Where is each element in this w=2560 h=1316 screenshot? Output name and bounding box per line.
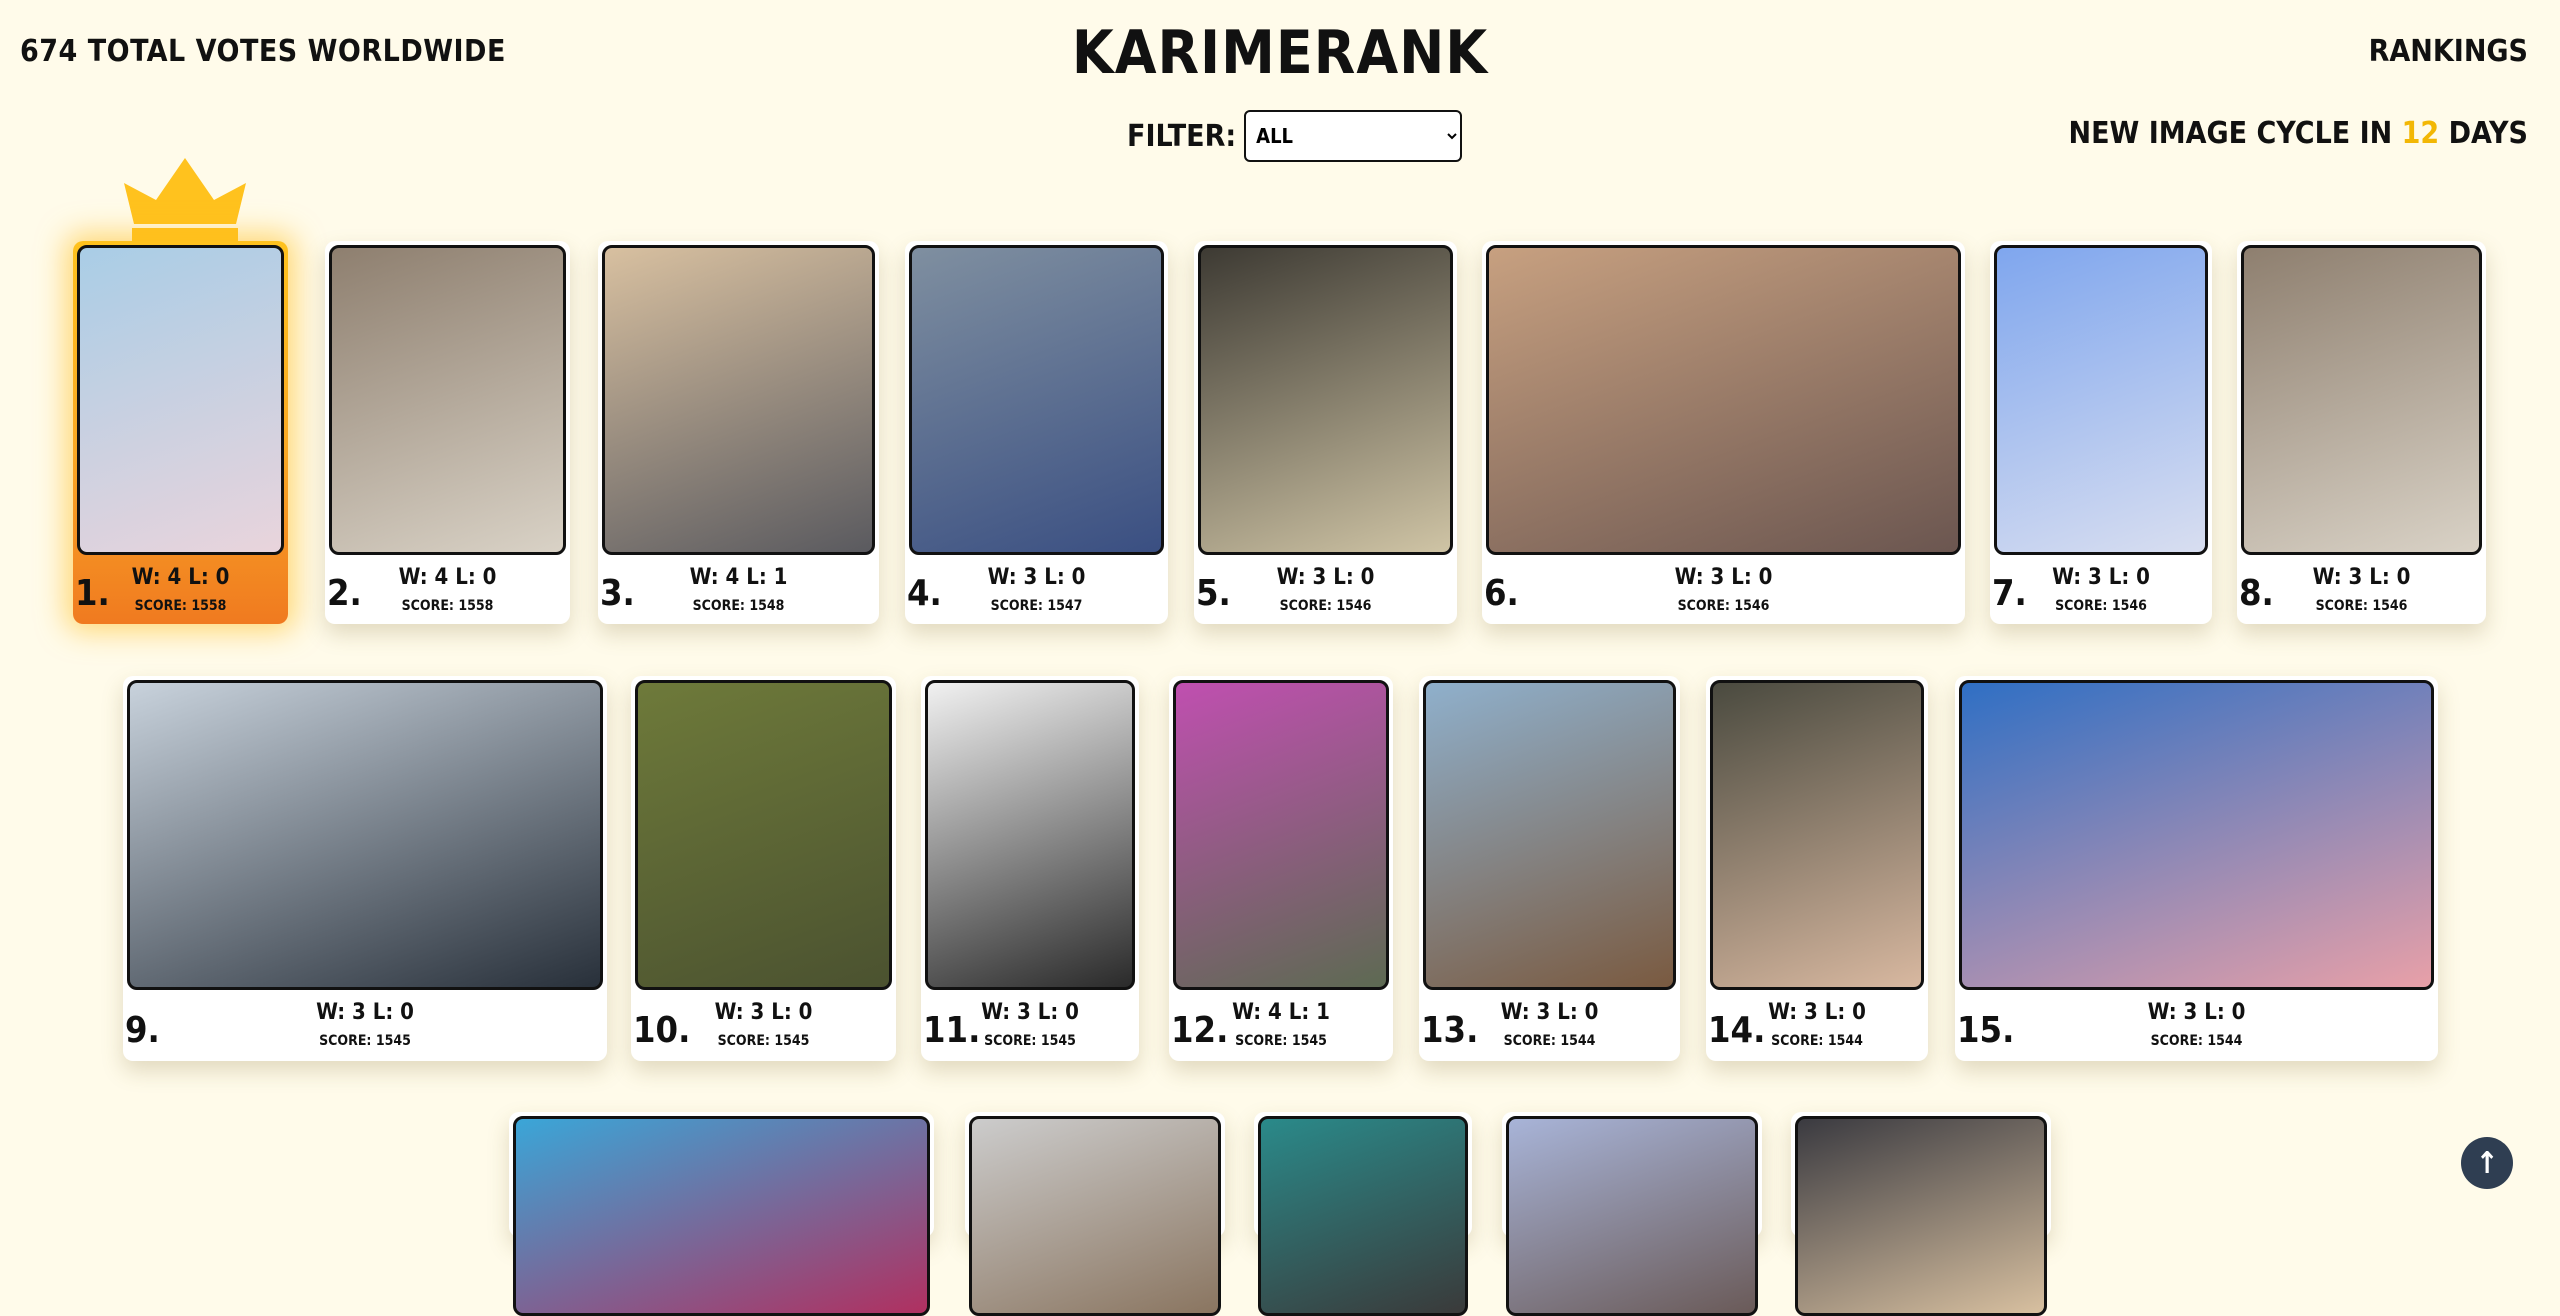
card-record: W: 3 L: 0 xyxy=(1768,1000,1866,1025)
card-photo[interactable] xyxy=(969,1116,1221,1316)
cycle-prefix: NEW IMAGE CYCLE IN xyxy=(2068,116,2402,151)
card-record: W: 3 L: 0 xyxy=(1674,565,1773,590)
card-photo[interactable] xyxy=(1795,1116,2047,1316)
card-photo[interactable] xyxy=(602,245,875,555)
arrow-up-icon: ↑ xyxy=(2475,1145,2499,1181)
rank-card[interactable]: 4. W: 3 L: 0 SCORE: 1547 xyxy=(905,241,1168,624)
rankings-link[interactable]: RANKINGS xyxy=(2369,34,2528,69)
card-record: W: 3 L: 0 xyxy=(2147,1000,2246,1025)
rank-card[interactable]: 15. W: 3 L: 0 SCORE: 1544 xyxy=(1955,676,2438,1061)
card-photo[interactable] xyxy=(1506,1116,1758,1316)
card-score: SCORE: 1546 xyxy=(1677,598,1770,614)
card-score: SCORE: 1558 xyxy=(401,598,494,614)
card-record: W: 3 L: 0 xyxy=(1276,565,1375,590)
rank-card[interactable]: 11. W: 3 L: 0 SCORE: 1545 xyxy=(921,676,1139,1061)
card-photo[interactable] xyxy=(925,680,1135,990)
rank-card-partial[interactable] xyxy=(965,1112,1225,1316)
card-photo[interactable] xyxy=(1198,245,1453,555)
rank-card[interactable]: 7. W: 3 L: 0 SCORE: 1546 xyxy=(1990,241,2212,624)
cycle-suffix: DAYS xyxy=(2439,116,2528,151)
card-photo[interactable] xyxy=(127,680,603,990)
card-record: W: 3 L: 0 xyxy=(2052,565,2150,590)
card-score: SCORE: 1545 xyxy=(984,1033,1076,1049)
filter-label: FILTER: xyxy=(1127,118,1237,154)
card-photo[interactable] xyxy=(1423,680,1676,990)
card-score: SCORE: 1544 xyxy=(2150,1033,2243,1049)
card-score: SCORE: 1547 xyxy=(990,598,1083,614)
rank-card[interactable]: 8. W: 3 L: 0 SCORE: 1546 xyxy=(2237,241,2486,624)
cycle-countdown: NEW IMAGE CYCLE IN 12 DAYS xyxy=(2069,116,2528,151)
card-photo[interactable] xyxy=(1173,680,1389,990)
card-photo[interactable] xyxy=(329,245,566,555)
crown-icon xyxy=(124,158,246,246)
card-photo[interactable] xyxy=(1710,680,1924,990)
card-score: SCORE: 1545 xyxy=(1235,1033,1327,1049)
rank-card[interactable]: 3. W: 4 L: 1 SCORE: 1548 xyxy=(598,241,879,624)
scroll-top-button[interactable]: ↑ xyxy=(2461,1137,2513,1189)
card-record: W: 3 L: 0 xyxy=(2312,565,2411,590)
card-record: W: 4 L: 0 xyxy=(131,565,230,590)
site-title[interactable]: KARIMERANK xyxy=(0,18,2560,88)
cycle-days: 12 xyxy=(2401,116,2440,151)
card-score: SCORE: 1545 xyxy=(319,1033,411,1049)
rank-card[interactable]: 10. W: 3 L: 0 SCORE: 1545 xyxy=(631,676,896,1061)
card-record: W: 3 L: 0 xyxy=(981,1000,1079,1025)
rank-card[interactable]: 12. W: 4 L: 1 SCORE: 1545 xyxy=(1169,676,1393,1061)
card-photo[interactable] xyxy=(1994,245,2208,555)
card-photo[interactable] xyxy=(1486,245,1961,555)
card-photo[interactable] xyxy=(1959,680,2434,990)
filter-group: FILTER: ALL xyxy=(1127,110,1463,162)
card-score: SCORE: 1546 xyxy=(1279,598,1372,614)
card-record: W: 4 L: 1 xyxy=(689,565,788,590)
card-score: SCORE: 1545 xyxy=(717,1033,810,1049)
card-record: W: 3 L: 0 xyxy=(987,565,1086,590)
filter-select[interactable]: ALL xyxy=(1244,110,1463,162)
card-score: SCORE: 1558 xyxy=(134,598,227,614)
card-score: SCORE: 1546 xyxy=(2055,598,2147,614)
card-photo[interactable] xyxy=(2241,245,2482,555)
card-photo[interactable] xyxy=(513,1116,930,1316)
rank-card[interactable]: 13. W: 3 L: 0 SCORE: 1544 xyxy=(1419,676,1680,1061)
card-photo[interactable] xyxy=(909,245,1164,555)
card-photo[interactable] xyxy=(635,680,892,990)
card-record: W: 3 L: 0 xyxy=(316,1000,414,1025)
card-score: SCORE: 1546 xyxy=(2315,598,2408,614)
card-photo[interactable] xyxy=(1258,1116,1468,1316)
card-record: W: 4 L: 1 xyxy=(1232,1000,1330,1025)
rank-card[interactable]: 6. W: 3 L: 0 SCORE: 1546 xyxy=(1482,241,1965,624)
card-score: SCORE: 1544 xyxy=(1771,1033,1863,1049)
card-record: W: 3 L: 0 xyxy=(1500,1000,1599,1025)
rank-card-partial[interactable] xyxy=(509,1112,934,1316)
rank-card[interactable]: 14. W: 3 L: 0 SCORE: 1544 xyxy=(1706,676,1928,1061)
rank-card-partial[interactable] xyxy=(1791,1112,2051,1316)
rank-card-partial[interactable] xyxy=(1254,1112,1472,1316)
card-score: SCORE: 1544 xyxy=(1503,1033,1596,1049)
card-record: W: 3 L: 0 xyxy=(714,1000,813,1025)
rank-card[interactable]: 1. W: 4 L: 0 SCORE: 1558 xyxy=(73,241,288,624)
card-score: SCORE: 1548 xyxy=(692,598,785,614)
rank-card-partial[interactable] xyxy=(1502,1112,1762,1316)
rank-card[interactable]: 5. W: 3 L: 0 SCORE: 1546 xyxy=(1194,241,1457,624)
card-record: W: 4 L: 0 xyxy=(398,565,497,590)
card-photo[interactable] xyxy=(77,245,284,555)
rank-card[interactable]: 9. W: 3 L: 0 SCORE: 1545 xyxy=(123,676,607,1061)
rank-card[interactable]: 2. W: 4 L: 0 SCORE: 1558 xyxy=(325,241,570,624)
